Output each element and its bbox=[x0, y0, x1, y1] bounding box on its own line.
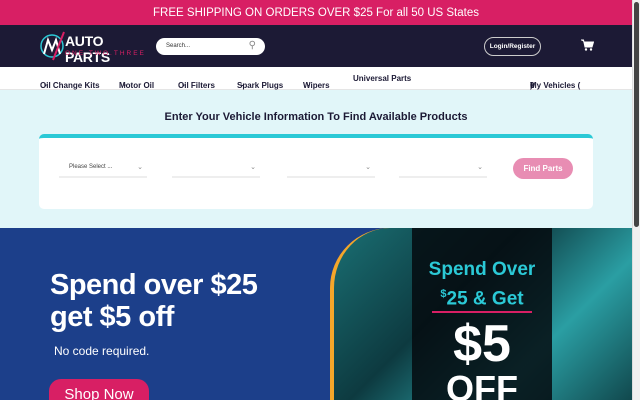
logo-icon bbox=[40, 31, 65, 61]
chevron-down-icon: ⌄ bbox=[43, 82, 49, 88]
search-icon[interactable]: ⚲ bbox=[249, 40, 256, 51]
hero-note: No code required. bbox=[54, 344, 150, 358]
engine-select[interactable]: ⌄ bbox=[399, 164, 487, 178]
offer-off: OFF bbox=[446, 368, 518, 400]
main-nav: Oil Change Kits ⌄ Motor Oil ⌄ Oil Filters ⌄… bbox=[0, 67, 632, 90]
offer-divider bbox=[432, 311, 532, 313]
logo-subtext: ONE.TWO.THREE bbox=[65, 50, 146, 57]
promo-banner: FREE SHIPPING ON ORDERS OVER $25 For all… bbox=[0, 0, 632, 25]
year-select[interactable]: Please Select ... ⌄ bbox=[59, 164, 147, 178]
offer-text: Spend Over $25 & Get bbox=[428, 259, 536, 310]
shop-now-button[interactable]: Shop Now bbox=[49, 379, 149, 400]
search-placeholder: Search... bbox=[166, 43, 191, 49]
cart-icon[interactable] bbox=[581, 39, 594, 51]
chevron-down-icon: ⌄ bbox=[365, 164, 371, 171]
chevron-down-icon: ⌄ bbox=[477, 164, 483, 171]
vehicle-finder: Enter Your Vehicle Information To Find A… bbox=[0, 90, 632, 228]
hero-headline: Spend over $25 get $5 off bbox=[50, 269, 258, 333]
offer-box: Spend Over $25 & Get $5 OFF bbox=[412, 228, 552, 400]
chevron-down-icon: ⌄ bbox=[250, 164, 256, 171]
chevron-down-icon: ⌄ bbox=[122, 82, 128, 88]
logo[interactable]: AUTO PARTS ONE.TWO.THREE bbox=[39, 30, 149, 65]
promo-text: FREE SHIPPING ON ORDERS OVER $25 For all… bbox=[153, 7, 479, 19]
scrollbar[interactable] bbox=[632, 0, 640, 400]
offer-amount: $5 bbox=[453, 315, 511, 373]
nav-universal-parts[interactable]: Universal Parts bbox=[353, 74, 411, 83]
logo-text: AUTO PARTS bbox=[65, 33, 110, 65]
site-header: AUTO PARTS ONE.TWO.THREE Search... ⚲ Logi… bbox=[0, 25, 632, 67]
login-register-button[interactable]: Login/Register bbox=[484, 37, 541, 56]
find-parts-button[interactable]: Find Parts bbox=[513, 158, 573, 179]
search-input[interactable]: Search... ⚲ bbox=[156, 38, 265, 55]
model-select[interactable]: ⌄ bbox=[287, 164, 375, 178]
promo-hero: Spend over $25 get $5 off No code require… bbox=[0, 228, 632, 400]
chevron-down-icon: ⌄ bbox=[240, 82, 246, 88]
make-select[interactable]: ⌄ bbox=[172, 164, 260, 178]
vehicle-form: Please Select ... ⌄ ⌄ ⌄ ⌄ Find Parts bbox=[39, 134, 593, 209]
chevron-down-icon: ⌄ bbox=[181, 82, 187, 88]
scrollbar-thumb[interactable] bbox=[634, 2, 639, 227]
chevron-down-icon: ⌄ bbox=[306, 82, 312, 88]
vehicle-finder-title: Enter Your Vehicle Information To Find A… bbox=[164, 111, 468, 123]
chevron-down-icon: ⌄ bbox=[137, 164, 143, 171]
